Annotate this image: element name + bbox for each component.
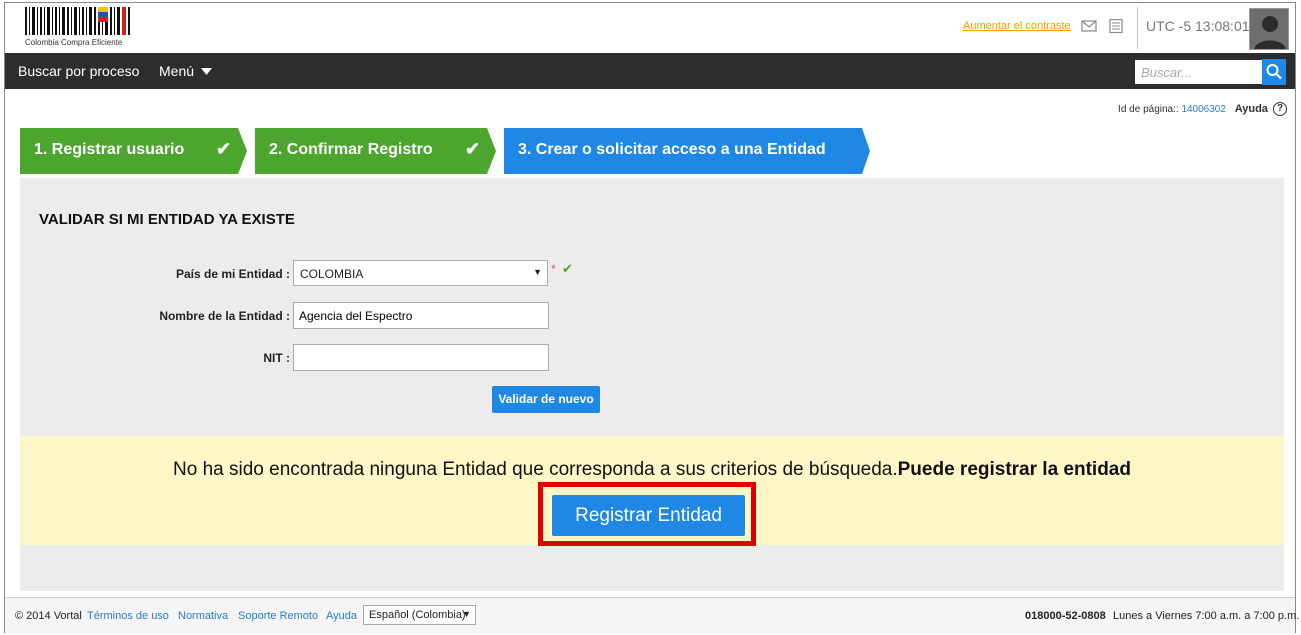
- notice-message-bold: Puede registrar la entidad: [897, 459, 1131, 480]
- nav-process-search[interactable]: Buscar por proceso: [18, 63, 139, 79]
- nit-label: NIT :: [263, 351, 290, 365]
- document-icon[interactable]: [1108, 19, 1124, 33]
- notice-message-text: No ha sido encontrada ninguna Entidad qu…: [173, 459, 898, 480]
- section-title: VALIDAR SI MI ENTIDAD YA EXISTE: [39, 211, 295, 228]
- step-label: 2. Confirmar Registro: [269, 141, 433, 158]
- clock-time: 13:08:01: [1195, 18, 1250, 34]
- step-label: 1. Registrar usuario: [34, 141, 185, 158]
- user-icon: [1254, 16, 1286, 49]
- wizard-steps: 1. Registrar usuario ✔ 2. Confirmar Regi…: [20, 128, 880, 174]
- step-confirm-registration[interactable]: 2. Confirmar Registro ✔: [255, 128, 496, 174]
- country-label: País de mi Entidad :: [175, 267, 290, 281]
- footer-link-remote-support[interactable]: Soporte Remoto: [238, 610, 318, 622]
- logo-text: Colombia Compra Eficiente: [25, 38, 123, 47]
- logo[interactable]: Colombia Compra Eficiente: [23, 7, 135, 47]
- footer-link-normativa[interactable]: Normativa: [178, 610, 228, 622]
- app-frame: Colombia Compra Eficiente Aumentar el co…: [4, 2, 1299, 634]
- search-icon: [1266, 64, 1282, 80]
- header: Colombia Compra Eficiente Aumentar el co…: [5, 3, 1295, 53]
- navbar: Buscar por proceso Menú: [5, 53, 1295, 89]
- valid-checkmark-icon: ✔: [562, 261, 573, 276]
- checkmark-icon: ✔: [216, 139, 232, 159]
- support-phone: 018000-52-0808: [1025, 610, 1106, 622]
- caret-down-icon: [200, 68, 212, 75]
- page-info: Id de página:: 14006302 Ayuda ?: [1118, 102, 1287, 116]
- dropdown-arrow-icon: ▼: [462, 609, 471, 619]
- notice-message: No ha sido encontrada ninguna Entidad qu…: [20, 459, 1284, 481]
- main-panel: VALIDAR SI MI ENTIDAD YA EXISTE País de …: [20, 178, 1284, 591]
- search-input[interactable]: [1135, 60, 1262, 84]
- entity-name-input[interactable]: [293, 302, 549, 329]
- clock: UTC -5 13:08:01: [1137, 7, 1250, 49]
- step-label: 3. Crear o solicitar acceso a una Entida…: [518, 141, 826, 158]
- not-found-notice: No ha sido encontrada ninguna Entidad qu…: [20, 436, 1284, 546]
- mail-icon[interactable]: [1081, 19, 1097, 33]
- nav-menu[interactable]: Menú: [159, 63, 212, 79]
- validate-again-button[interactable]: Validar de nuevo: [492, 386, 600, 413]
- avatar[interactable]: [1249, 8, 1289, 50]
- timezone-label: UTC -5: [1146, 18, 1192, 34]
- help-label: Ayuda: [1234, 102, 1268, 115]
- page-id-label: Id de página::: [1118, 103, 1179, 115]
- barcode-logo-icon: [25, 7, 130, 35]
- country-select[interactable]: COLOMBIA ▼: [293, 260, 548, 286]
- nit-input[interactable]: [293, 344, 549, 371]
- copyright: © 2014 Vortal: [15, 610, 82, 622]
- search-button[interactable]: [1262, 59, 1286, 85]
- country-value: COLOMBIA: [300, 267, 364, 281]
- support-hours: Lunes a Viernes 7:00 a.m. a 7:00 p.m.: [1113, 610, 1300, 622]
- entity-name-label: Nombre de la Entidad :: [159, 309, 290, 323]
- step-register-user[interactable]: 1. Registrar usuario ✔: [20, 128, 247, 174]
- footer: © 2014 Vortal Términos de uso Normativa …: [5, 597, 1299, 634]
- nav-menu-label: Menú: [159, 63, 195, 79]
- checkmark-icon: ✔: [465, 139, 481, 159]
- dropdown-arrow-icon: ▼: [533, 267, 542, 277]
- help-link[interactable]: Ayuda ?: [1234, 102, 1287, 116]
- footer-link-help[interactable]: Ayuda: [326, 610, 357, 622]
- language-select[interactable]: Español (Colombia) ▼: [363, 605, 476, 625]
- footer-link-terms[interactable]: Términos de uso: [87, 610, 169, 622]
- page-id-value: 14006302: [1181, 103, 1226, 115]
- help-icon: ?: [1273, 102, 1287, 116]
- step-create-entity[interactable]: 3. Crear o solicitar acceso a una Entida…: [504, 128, 870, 174]
- required-mark: *: [551, 262, 556, 276]
- language-value: Español (Colombia): [369, 609, 466, 621]
- register-entity-button[interactable]: Registrar Entidad: [552, 495, 745, 536]
- contrast-link[interactable]: Aumentar el contraste: [963, 20, 1071, 32]
